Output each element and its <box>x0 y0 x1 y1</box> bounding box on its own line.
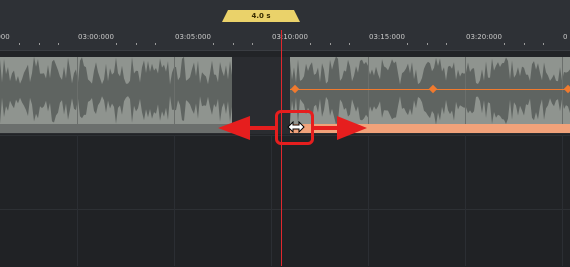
horizontal-resize-cursor-icon <box>287 121 305 133</box>
